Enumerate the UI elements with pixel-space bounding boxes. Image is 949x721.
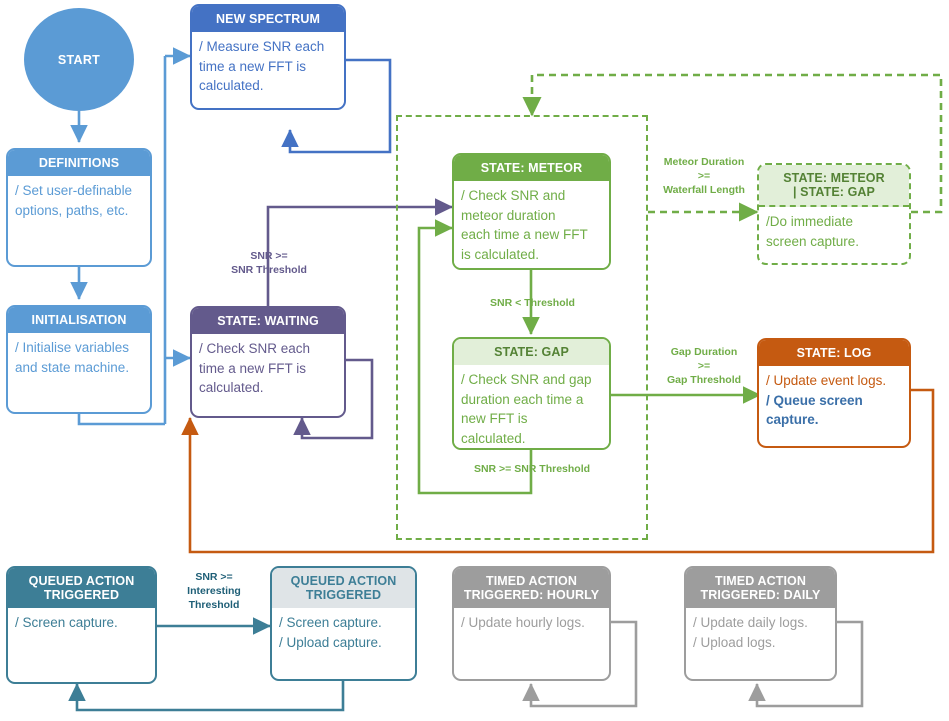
header-line: TRIGGERED [305, 588, 382, 602]
body-line: is calculated. [461, 246, 540, 262]
body-line: meteor duration [461, 207, 556, 223]
edge-label-meteor-duration: Meteor Duration >= Waterfall Length [663, 156, 745, 196]
body-line: / Screen capture. [279, 615, 382, 630]
body-line: time a new FFT is [199, 360, 307, 376]
edge-label-snr-ge-snr-threshold-gap: SNR >= SNR Threshold [473, 463, 591, 475]
body-line: /Do immediate [766, 214, 854, 229]
body-line: calculated. [461, 430, 526, 446]
flowchart-canvas: START DEFINITIONS / Set user-definable o… [0, 0, 949, 721]
header-line: QUEUED ACTION [290, 574, 397, 588]
node-new-spectrum[interactable]: NEW SPECTRUM / Measure SNR each time a n… [190, 4, 346, 110]
edge-label-snr-lt-threshold: SNR < Threshold [490, 297, 575, 309]
header-line: TRIGGERED: HOURLY [463, 588, 600, 602]
body-line: calculated. [199, 380, 264, 395]
node-timed-action-daily[interactable]: TIMED ACTION TRIGGERED: DAILY / Update d… [684, 566, 837, 681]
node-state-meteor-or-gap-header: STATE: METEOR | STATE: GAP [759, 165, 909, 207]
node-timed-action-hourly-body: / Update hourly logs. [454, 608, 609, 639]
body-line: / Upload logs. [693, 634, 776, 650]
node-queued-action-triggered-1[interactable]: QUEUED ACTION TRIGGERED / Screen capture… [6, 566, 157, 684]
node-timed-action-daily-body: / Update daily logs. / Upload logs. [686, 608, 835, 658]
node-state-log[interactable]: STATE: LOG / Update event logs. / Queue … [757, 338, 911, 448]
node-queued-action-triggered-1-body: / Screen capture. [8, 608, 155, 639]
header-line: TRIGGERED [43, 588, 120, 602]
edge-queued2-loop-back [68, 681, 345, 712]
node-definitions[interactable]: DEFINITIONS / Set user-definable options… [6, 148, 152, 267]
body-line: / Screen capture. [15, 615, 118, 630]
body-line: / Measure SNR each [199, 39, 325, 54]
node-definitions-header: DEFINITIONS [8, 150, 150, 176]
node-state-waiting[interactable]: STATE: WAITING / Check SNR each time a n… [190, 306, 346, 418]
node-queued-action-triggered-2[interactable]: QUEUED ACTION TRIGGERED / Screen capture… [270, 566, 417, 681]
body-line: / Check SNR and gap [461, 372, 592, 387]
node-timed-action-daily-header: TIMED ACTION TRIGGERED: DAILY [686, 568, 835, 608]
node-state-waiting-header: STATE: WAITING [192, 308, 344, 334]
node-state-meteor-body: / Check SNR and meteor duration each tim… [454, 181, 609, 268]
node-state-gap-header: STATE: GAP [454, 339, 609, 365]
body-line: time a new FFT is [199, 58, 307, 74]
node-queued-action-triggered-2-header: QUEUED ACTION TRIGGERED [272, 568, 415, 608]
node-state-meteor-or-gap[interactable]: STATE: METEOR | STATE: GAP /Do immediate… [757, 163, 911, 265]
node-initialisation-header: INITIALISATION [8, 307, 150, 333]
header-line: QUEUED ACTION [28, 574, 135, 588]
header-line: TIMED ACTION [485, 574, 577, 588]
node-new-spectrum-header: NEW SPECTRUM [192, 6, 344, 32]
body-line: / Check SNR and [461, 188, 566, 203]
body-line: duration each time a [461, 391, 584, 407]
body-line: calculated. [199, 78, 264, 93]
body-line: new FFT is [461, 411, 528, 426]
edge-label-snr-ge-interesting-threshold: SNR >= Interesting Threshold [187, 571, 241, 611]
node-state-gap[interactable]: STATE: GAP / Check SNR and gap duration … [452, 337, 611, 450]
node-initialisation[interactable]: INITIALISATION / Initialise variables an… [6, 305, 152, 414]
body-line: / Upload capture. [279, 634, 382, 650]
body-line: and state machine. [15, 359, 130, 375]
body-line: / Update hourly logs. [461, 615, 585, 630]
body-line: / Update event logs. [766, 373, 887, 388]
header-line: | STATE: GAP [792, 185, 875, 199]
node-state-meteor[interactable]: STATE: METEOR / Check SNR and meteor dur… [452, 153, 611, 270]
body-line: each time a new FFT [461, 227, 588, 242]
body-line: / Update daily logs. [693, 615, 808, 630]
header-line: TIMED ACTION [714, 574, 806, 588]
node-state-meteor-or-gap-body: /Do immediate screen capture. [759, 207, 909, 257]
node-definitions-body: / Set user-definable options, paths, etc… [8, 176, 150, 226]
node-state-log-header: STATE: LOG [759, 340, 909, 366]
node-state-waiting-body: / Check SNR each time a new FFT is calcu… [192, 334, 344, 404]
node-timed-action-hourly[interactable]: TIMED ACTION TRIGGERED: HOURLY / Update … [452, 566, 611, 681]
body-line: capture. [766, 412, 819, 427]
node-new-spectrum-body: / Measure SNR each time a new FFT is cal… [192, 32, 344, 102]
node-state-meteor-header: STATE: METEOR [454, 155, 609, 181]
node-start[interactable]: START [24, 8, 134, 111]
edge-initialisation-to-waiting [77, 414, 165, 426]
node-initialisation-body: / Initialise variables and state machine… [8, 333, 150, 383]
body-line: / Queue screen [766, 392, 863, 408]
node-start-label: START [57, 52, 101, 67]
body-line: / Check SNR each [199, 341, 311, 356]
node-state-log-body: / Update event logs. / Queue screen capt… [759, 366, 909, 436]
header-line: STATE: METEOR [783, 171, 885, 185]
node-queued-action-triggered-2-body: / Screen capture. / Upload capture. [272, 608, 415, 658]
header-line: TRIGGERED: DAILY [700, 588, 821, 602]
edge-label-gap-duration: Gap Duration >= Gap Threshold [666, 346, 742, 386]
node-state-gap-body: / Check SNR and gap duration each time a… [454, 365, 609, 448]
edge-label-snr-ge-snr-threshold: SNR >= SNR Threshold [231, 250, 307, 276]
body-line: / Initialise variables [15, 340, 130, 355]
body-line: screen capture. [766, 233, 860, 249]
body-line: options, paths, etc. [15, 202, 129, 218]
node-timed-action-hourly-header: TIMED ACTION TRIGGERED: HOURLY [454, 568, 609, 608]
body-line: / Set user-definable [15, 183, 133, 198]
node-queued-action-triggered-1-header: QUEUED ACTION TRIGGERED [8, 568, 155, 608]
